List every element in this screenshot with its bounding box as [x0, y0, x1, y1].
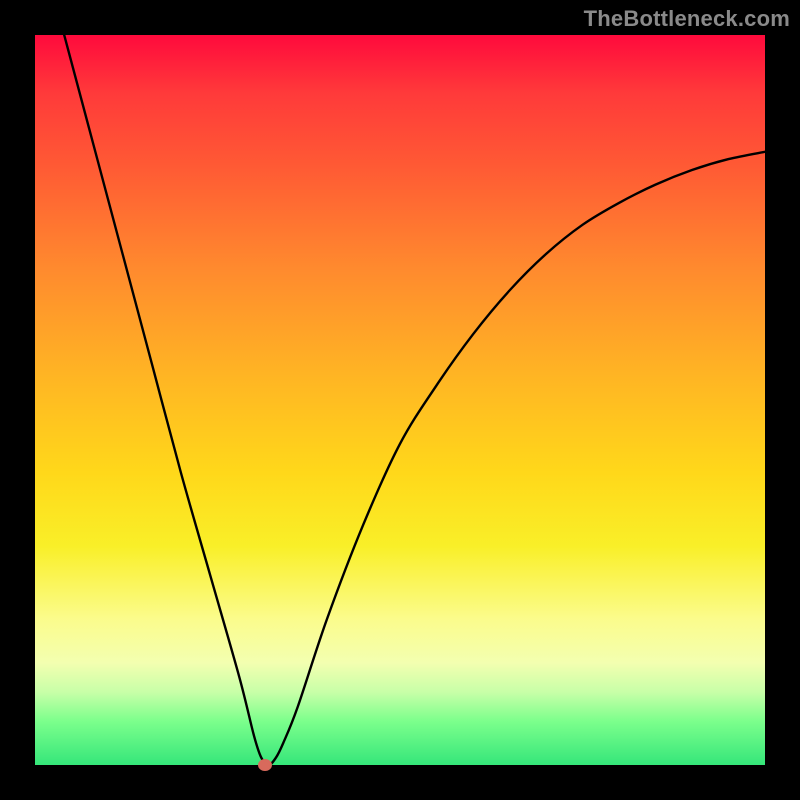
chart-frame: TheBottleneck.com [0, 0, 800, 800]
minimum-marker [258, 759, 272, 771]
plot-area [35, 35, 765, 765]
bottleneck-curve [35, 35, 765, 765]
watermark-text: TheBottleneck.com [584, 6, 790, 32]
